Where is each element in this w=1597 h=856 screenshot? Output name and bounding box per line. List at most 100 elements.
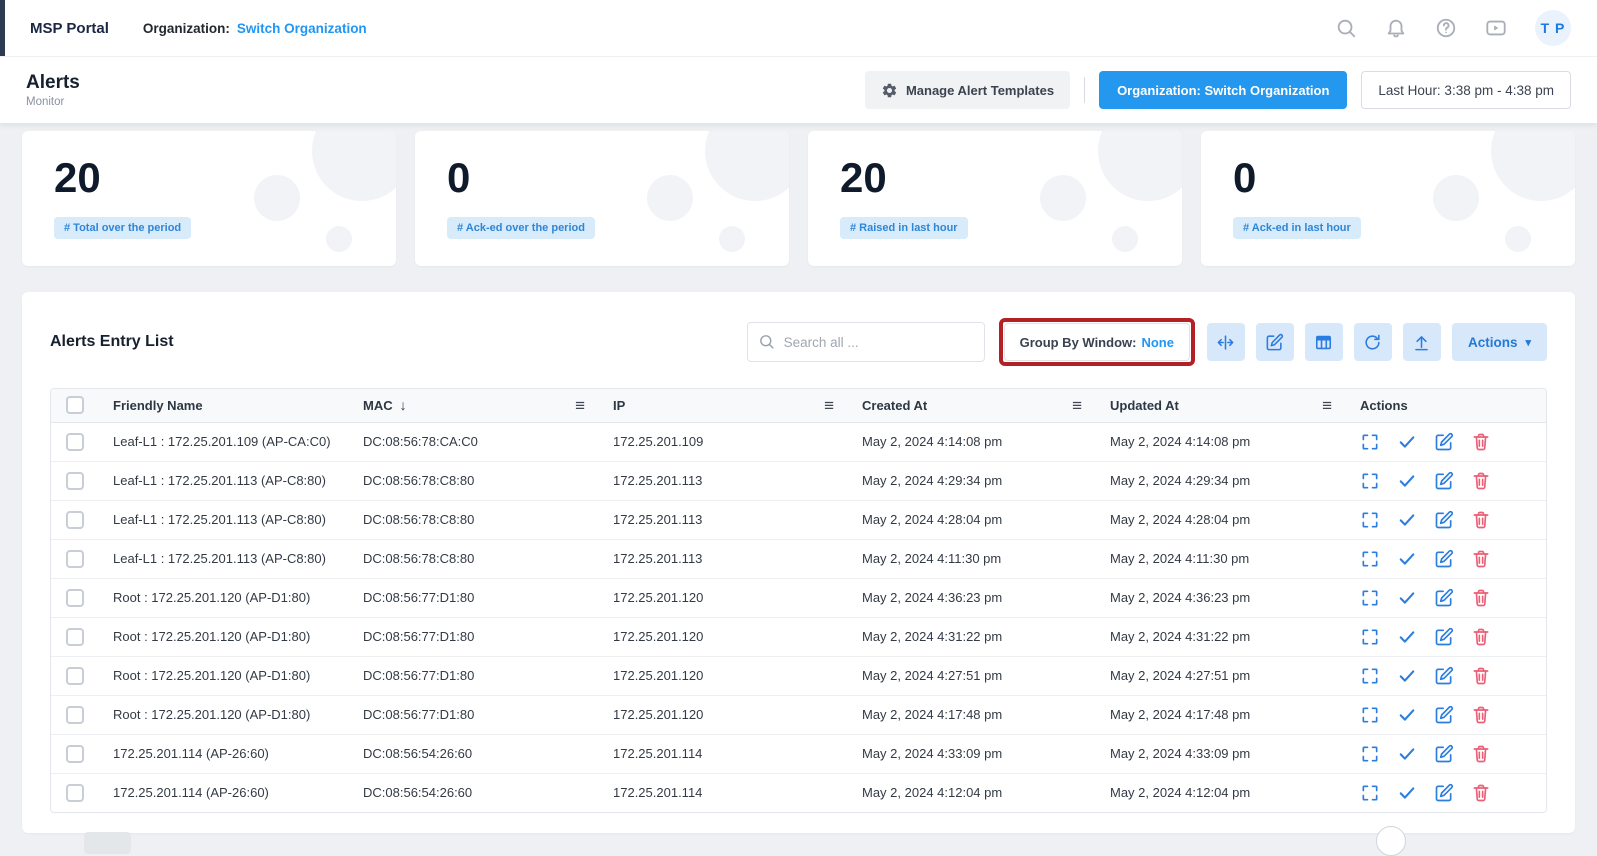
column-menu-icon[interactable]: ≡ (1322, 397, 1332, 414)
delete-row-icon[interactable] (1471, 627, 1491, 647)
cell-ip: 172.25.201.114 (599, 734, 848, 773)
acknowledge-check-icon[interactable] (1397, 432, 1417, 452)
delete-row-icon[interactable] (1471, 471, 1491, 491)
avatar[interactable]: T P (1535, 10, 1571, 46)
cell-created-at: May 2, 2024 4:11:30 pm (848, 539, 1096, 578)
time-range-button[interactable]: Last Hour: 3:38 pm - 4:38 pm (1361, 71, 1571, 109)
delete-row-icon[interactable] (1471, 588, 1491, 608)
search-input[interactable] (747, 322, 985, 362)
brand-msp-portal[interactable]: MSP Portal (30, 20, 109, 37)
acknowledge-check-icon[interactable] (1397, 588, 1417, 608)
table-row: Root : 172.25.201.120 (AP-D1:80) DC:08:5… (51, 695, 1546, 734)
column-menu-icon[interactable]: ≡ (824, 397, 834, 414)
expand-row-icon[interactable] (1360, 744, 1380, 764)
cell-ip: 172.25.201.113 (599, 539, 848, 578)
stat-card-raised-last-hour: 20 # Raised in last hour (808, 131, 1182, 266)
cell-mac: DC:08:56:77:D1:80 (349, 656, 599, 695)
export-upload-button[interactable] (1403, 323, 1441, 361)
row-checkbox[interactable] (66, 511, 84, 529)
row-actions (1360, 783, 1532, 803)
delete-row-icon[interactable] (1471, 549, 1491, 569)
edit-row-icon[interactable] (1434, 627, 1454, 647)
table-row: 172.25.201.114 (AP-26:60) DC:08:56:54:26… (51, 773, 1546, 812)
column-header-created-at[interactable]: Created At ≡ (848, 389, 1096, 422)
stat-label-badge: # Total over the period (54, 217, 191, 239)
actions-dropdown-button[interactable]: Actions ▾ (1452, 323, 1547, 361)
video-tutorial-icon[interactable] (1485, 17, 1507, 39)
column-header-updated-at[interactable]: Updated At ≡ (1096, 389, 1346, 422)
acknowledge-check-icon[interactable] (1397, 471, 1417, 491)
column-label: Created At (862, 398, 927, 413)
acknowledge-check-icon[interactable] (1397, 783, 1417, 803)
delete-row-icon[interactable] (1471, 666, 1491, 686)
row-actions (1360, 744, 1532, 764)
delete-row-icon[interactable] (1471, 510, 1491, 530)
organization-scope-button[interactable]: Organization: Switch Organization (1099, 71, 1347, 109)
bell-icon[interactable] (1385, 17, 1407, 39)
row-checkbox[interactable] (66, 433, 84, 451)
row-checkbox[interactable] (66, 589, 84, 607)
row-checkbox[interactable] (66, 667, 84, 685)
row-checkbox[interactable] (66, 550, 84, 568)
cell-mac: DC:08:56:78:CA:C0 (349, 422, 599, 461)
select-all-checkbox[interactable] (66, 396, 84, 414)
edit-row-icon[interactable] (1434, 510, 1454, 530)
pagination-button-stub[interactable] (1376, 826, 1406, 856)
expand-row-icon[interactable] (1360, 588, 1380, 608)
expand-row-icon[interactable] (1360, 432, 1380, 452)
column-menu-icon[interactable]: ≡ (1072, 397, 1082, 414)
acknowledge-check-icon[interactable] (1397, 510, 1417, 530)
manage-alert-templates-button[interactable]: Manage Alert Templates (865, 71, 1070, 109)
group-by-window-button[interactable]: Group By Window: None (1004, 323, 1190, 361)
row-checkbox[interactable] (66, 745, 84, 763)
edit-row-icon[interactable] (1434, 666, 1454, 686)
delete-row-icon[interactable] (1471, 783, 1491, 803)
row-checkbox[interactable] (66, 472, 84, 490)
expand-row-icon[interactable] (1360, 666, 1380, 686)
search-icon[interactable] (1335, 17, 1357, 39)
edit-row-icon[interactable] (1434, 549, 1454, 569)
acknowledge-check-icon[interactable] (1397, 666, 1417, 686)
delete-row-icon[interactable] (1471, 744, 1491, 764)
column-menu-icon[interactable]: ≡ (575, 397, 585, 414)
page-size-select-stub[interactable] (84, 832, 131, 854)
refresh-button[interactable] (1354, 323, 1392, 361)
alerts-entry-list-panel: Alerts Entry List Group By Window: None (22, 292, 1575, 833)
acknowledge-check-icon[interactable] (1397, 627, 1417, 647)
row-checkbox[interactable] (66, 628, 84, 646)
edit-row-icon[interactable] (1434, 471, 1454, 491)
columns-button[interactable] (1305, 323, 1343, 361)
expand-columns-button[interactable] (1207, 323, 1245, 361)
stat-value: 20 (54, 155, 364, 201)
delete-row-icon[interactable] (1471, 705, 1491, 725)
edit-row-icon[interactable] (1434, 432, 1454, 452)
edit-row-icon[interactable] (1434, 783, 1454, 803)
edit-layout-button[interactable] (1256, 323, 1294, 361)
expand-row-icon[interactable] (1360, 549, 1380, 569)
edit-row-icon[interactable] (1434, 705, 1454, 725)
cell-created-at: May 2, 2024 4:29:34 pm (848, 461, 1096, 500)
edit-row-icon[interactable] (1434, 588, 1454, 608)
sort-desc-icon[interactable]: ↓ (400, 397, 407, 413)
edit-row-icon[interactable] (1434, 744, 1454, 764)
column-header-mac[interactable]: MAC ↓ ≡ (349, 389, 599, 422)
acknowledge-check-icon[interactable] (1397, 705, 1417, 725)
expand-row-icon[interactable] (1360, 510, 1380, 530)
switch-organization-link[interactable]: Switch Organization (237, 21, 367, 36)
acknowledge-check-icon[interactable] (1397, 549, 1417, 569)
expand-row-icon[interactable] (1360, 471, 1380, 491)
row-checkbox[interactable] (66, 706, 84, 724)
table-row: Root : 172.25.201.120 (AP-D1:80) DC:08:5… (51, 617, 1546, 656)
expand-row-icon[interactable] (1360, 627, 1380, 647)
column-header-ip[interactable]: IP ≡ (599, 389, 848, 422)
expand-row-icon[interactable] (1360, 705, 1380, 725)
acknowledge-check-icon[interactable] (1397, 744, 1417, 764)
help-icon[interactable] (1435, 17, 1457, 39)
panel-title: Alerts Entry List (50, 333, 174, 351)
column-header-friendly-name[interactable]: Friendly Name (99, 389, 349, 422)
top-navbar: MSP Portal Organization: Switch Organiza… (0, 0, 1597, 57)
cell-updated-at: May 2, 2024 4:31:22 pm (1096, 617, 1346, 656)
row-checkbox[interactable] (66, 784, 84, 802)
delete-row-icon[interactable] (1471, 432, 1491, 452)
expand-row-icon[interactable] (1360, 783, 1380, 803)
